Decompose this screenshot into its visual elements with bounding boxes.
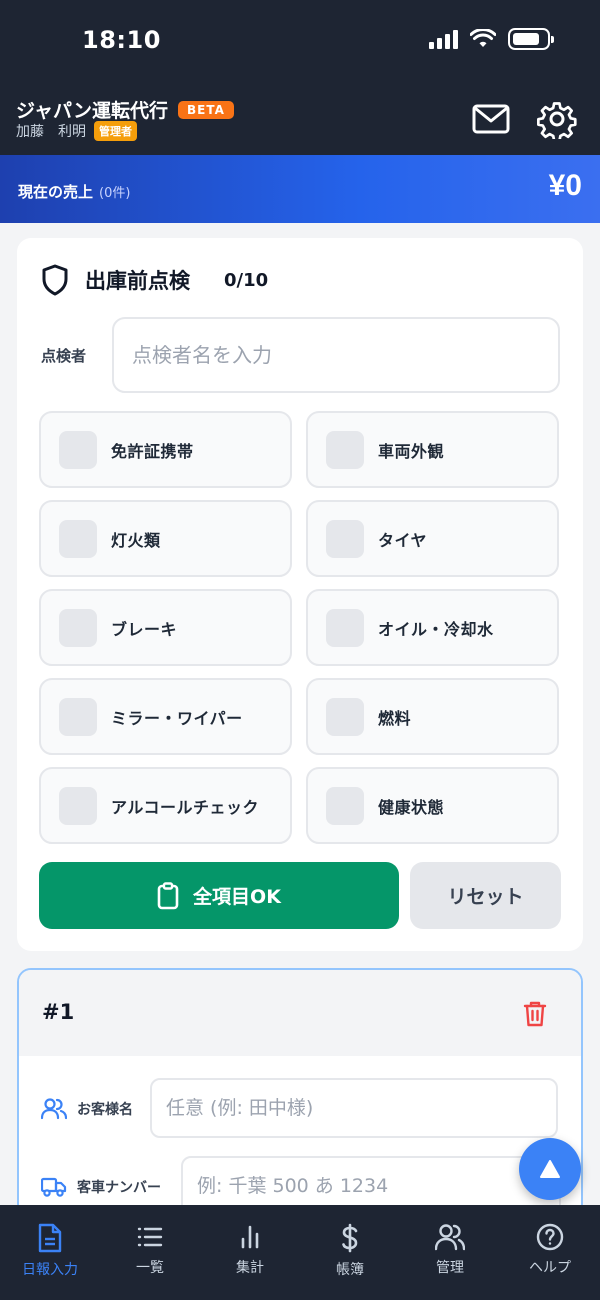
reset-label: リセット [447,886,524,908]
check-item[interactable]: 免許証携帯 [39,411,292,488]
nav-label: 集計 [236,1260,264,1276]
inspection-progress: 0/10 [224,269,269,291]
beta-badge: BETA [178,100,234,119]
status-icons [429,28,554,50]
check-label: タイヤ [378,530,428,550]
trip-header: #1 [19,970,581,1056]
sales-banner: 現在の売上 (0件) ¥0 [0,155,600,223]
sales-amount: ¥0 [548,169,582,202]
checkbox[interactable] [59,519,97,558]
check-label: オイル・冷却水 [378,619,494,639]
clipboard-icon [157,881,179,909]
gear-icon [537,102,577,139]
check-item[interactable]: 車両外観 [306,411,559,488]
check-label: 健康状態 [378,797,445,817]
check-label: ミラー・ワイパー [111,708,243,728]
checkbox[interactable] [59,697,97,736]
truck-icon [41,1177,67,1197]
document-icon [38,1223,62,1253]
check-label: 免許証携帯 [111,441,194,461]
all-ok-label: 全項目OK [193,886,281,908]
bar-chart-icon [241,1225,259,1249]
check-item[interactable]: タイヤ [306,500,559,577]
customer-field-label: お客様名 [41,1098,133,1120]
wifi-icon [470,29,496,47]
check-item[interactable]: 灯火類 [39,500,292,577]
nav-label: ヘルプ [529,1260,571,1276]
check-label: 灯火類 [111,530,161,550]
scroll-top-button[interactable] [519,1138,581,1200]
checkbox[interactable] [59,608,97,647]
bottom-nav: 日報入力 一覧 集計 帳簿 管理 ヘルプ [0,1205,600,1300]
checkbox[interactable] [59,430,97,469]
nav-label: 一覧 [136,1260,164,1276]
nav-item-help[interactable]: ヘルプ [500,1205,600,1300]
check-item[interactable]: 健康状態 [306,767,559,844]
plate-field-label: 客車ナンバー [41,1176,161,1198]
user-name: 加藤 利明 [16,124,86,140]
users-icon [41,1098,67,1120]
inspection-title: 出庫前点検 [85,269,190,293]
check-label: 燃料 [378,708,412,728]
shield-icon [42,264,68,296]
inspector-input[interactable] [112,317,560,393]
status-time: 18:10 [82,26,161,54]
help-icon [536,1223,564,1251]
sales-label-row: 現在の売上 (0件) [18,181,130,202]
check-label: ブレーキ [111,619,178,639]
check-item[interactable]: ブレーキ [39,589,292,666]
inspection-header: 出庫前点検 0/10 [41,264,268,296]
sales-count: (0件) [99,186,131,201]
mail-button[interactable] [469,97,513,141]
checkbox[interactable] [326,608,364,647]
trash-icon [523,1001,547,1027]
nav-label: 管理 [436,1260,464,1276]
check-label: 車両外観 [378,441,445,461]
check-label: アルコールチェック [111,797,260,817]
trip-number: #1 [42,1000,75,1024]
user-row: 加藤 利明 管理者 [16,121,137,141]
nav-item-ledger[interactable]: 帳簿 [300,1205,400,1300]
nav-label: 帳簿 [336,1262,364,1278]
check-item[interactable]: オイル・冷却水 [306,589,559,666]
checkbox[interactable] [326,430,364,469]
check-item[interactable]: アルコールチェック [39,767,292,844]
trip-card: #1 お客様名 客車ナンバー [17,968,583,1218]
checkbox[interactable] [326,697,364,736]
reset-button[interactable]: リセット [410,862,561,929]
mail-icon [472,104,510,134]
triangle-up-icon [540,1160,560,1178]
nav-label: 日報入力 [22,1262,78,1278]
nav-item-daily-report[interactable]: 日報入力 [0,1205,100,1300]
top-bar: 18:10 ジャパン運転代行 BETA 加藤 利明 管理者 [0,0,600,155]
list-icon [137,1227,163,1247]
checkbox[interactable] [326,519,364,558]
checkbox[interactable] [326,786,364,825]
customer-input[interactable] [150,1078,558,1138]
settings-button[interactable] [535,97,579,141]
inspection-card: 出庫前点検 0/10 点検者 免許証携帯 車両外観 灯火類 タイヤ ブレーキ オ… [17,238,583,951]
nav-item-list[interactable]: 一覧 [100,1205,200,1300]
nav-item-summary[interactable]: 集計 [200,1205,300,1300]
role-badge: 管理者 [94,121,137,141]
users-icon [435,1224,465,1251]
all-ok-button[interactable]: 全項目OK [39,862,399,929]
plate-label: 客車ナンバー [77,1180,161,1196]
nav-item-admin[interactable]: 管理 [400,1205,500,1300]
checkbox[interactable] [59,786,97,825]
check-item[interactable]: 燃料 [306,678,559,755]
inspector-label: 点検者 [41,347,87,365]
app-title: ジャパン運転代行 BETA [16,96,234,123]
dollar-icon [342,1223,358,1253]
sales-label: 現在の売上 [18,183,94,201]
customer-label: お客様名 [77,1102,133,1118]
signal-icon [429,29,458,49]
delete-trip-button[interactable] [523,1000,547,1032]
check-item[interactable]: ミラー・ワイパー [39,678,292,755]
battery-icon [508,28,554,50]
app-name: ジャパン運転代行 [16,100,169,122]
